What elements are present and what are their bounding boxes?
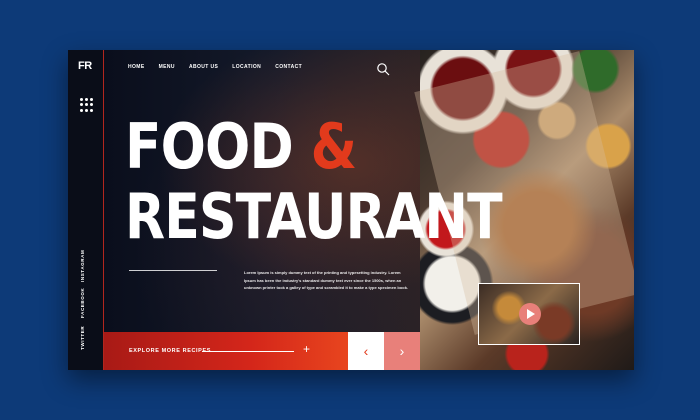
headline-ampersand: & (310, 110, 358, 183)
intro-divider (129, 270, 217, 271)
video-thumbnail[interactable] (478, 283, 580, 345)
cta-line (202, 351, 294, 352)
play-button[interactable] (519, 303, 541, 325)
explore-recipes-button[interactable]: EXPLORE MORE RECIPES + (104, 332, 348, 370)
nav-item-about-us[interactable]: ABOUT US (189, 64, 218, 74)
social-link-instagram[interactable]: INSTAGRAM (80, 250, 85, 282)
main-nav: HOME MENU ABOUT US LOCATION CONTACT (128, 64, 302, 74)
logo[interactable]: FR (78, 60, 96, 74)
nav-item-contact[interactable]: CONTACT (275, 64, 302, 74)
social-link-facebook[interactable]: FACEBOOK (80, 288, 85, 318)
landing-page: FR INSTAGRAM FACEBOOK TWITTER HOME MENU … (68, 50, 634, 370)
headline-line-2: RESTAURANT (125, 180, 503, 253)
nav-item-location[interactable]: LOCATION (232, 64, 261, 74)
rail-accent-line (103, 50, 104, 370)
plus-icon: + (303, 342, 311, 356)
grid-menu-icon[interactable] (80, 98, 94, 112)
intro-text: Lorem Ipsum is simply dummy text of the … (244, 270, 409, 290)
nav-item-home[interactable]: HOME (128, 64, 145, 74)
headline-food: FOOD (125, 110, 294, 183)
chevron-left-icon: ‹ (363, 343, 369, 359)
left-rail: FR INSTAGRAM FACEBOOK TWITTER (68, 50, 103, 370)
chevron-right-icon: › (399, 343, 405, 359)
nav-item-menu[interactable]: MENU (159, 64, 175, 74)
cta-label: EXPLORE MORE RECIPES (129, 348, 211, 354)
search-icon[interactable] (376, 62, 390, 76)
play-icon (527, 309, 535, 319)
carousel-prev-button[interactable]: ‹ (348, 332, 384, 370)
carousel-next-button[interactable]: › (384, 332, 420, 370)
headline-line-1: FOOD & (125, 116, 357, 178)
social-link-twitter[interactable]: TWITTER (80, 326, 85, 350)
